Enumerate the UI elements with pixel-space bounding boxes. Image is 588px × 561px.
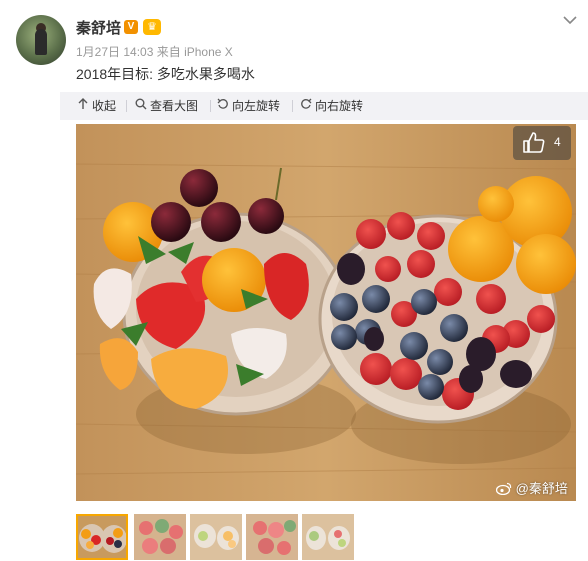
weibo-logo-icon bbox=[495, 481, 516, 496]
post-header: 秦舒培 V ♛ 1月27日 14:03 来自 iPhone X 2018年目标:… bbox=[0, 0, 588, 92]
rotate-left-button[interactable]: 向左旋转 bbox=[216, 92, 280, 120]
magnifier-icon bbox=[134, 92, 148, 120]
rotate-right-icon bbox=[299, 92, 313, 120]
view-large-label: 查看大图 bbox=[150, 99, 199, 113]
toolbar-divider bbox=[210, 100, 211, 112]
post-time[interactable]: 1月27日 14:03 bbox=[76, 45, 153, 59]
thumbnail-4[interactable] bbox=[246, 514, 298, 560]
thumbnail-2[interactable] bbox=[134, 514, 186, 560]
chevron-down-icon[interactable] bbox=[560, 10, 580, 30]
image-watermark: @秦舒培 bbox=[495, 478, 568, 497]
watermark-text: @秦舒培 bbox=[515, 481, 568, 496]
thumbs-up-icon bbox=[522, 131, 546, 159]
rotate-right-button[interactable]: 向右旋转 bbox=[299, 92, 363, 120]
toolbar-divider bbox=[126, 100, 127, 112]
rotate-left-label: 向左旋转 bbox=[232, 99, 281, 113]
verified-badge-icon: V bbox=[124, 20, 138, 34]
rotate-right-label: 向右旋转 bbox=[315, 99, 364, 113]
arrow-up-icon bbox=[76, 92, 90, 120]
avatar[interactable] bbox=[16, 15, 66, 65]
author-name[interactable]: 秦舒培 bbox=[76, 17, 121, 38]
view-large-button[interactable]: 查看大图 bbox=[134, 92, 198, 120]
like-count: 4 bbox=[554, 135, 561, 149]
image-toolbar: 收起 查看大图 向左旋转 向右旋转 bbox=[60, 92, 588, 120]
thumbnail-1[interactable] bbox=[76, 514, 128, 560]
rotate-left-icon bbox=[216, 92, 230, 120]
collapse-button[interactable]: 收起 bbox=[76, 92, 116, 120]
post-text: 2018年目标: 多吃水果多喝水 bbox=[76, 66, 255, 82]
post-photo[interactable] bbox=[76, 124, 576, 501]
fruit-bowls-illustration bbox=[76, 124, 576, 501]
toolbar-divider bbox=[292, 100, 293, 112]
collapse-label: 收起 bbox=[92, 99, 117, 113]
thumbnail-3[interactable] bbox=[190, 514, 242, 560]
like-button[interactable]: 4 bbox=[513, 126, 571, 160]
post-meta: 1月27日 14:03 来自 iPhone X bbox=[76, 43, 233, 60]
post-source: 来自 iPhone X bbox=[156, 45, 233, 59]
thumbnail-5[interactable] bbox=[302, 514, 354, 560]
avatar-figure bbox=[35, 29, 47, 55]
vip-badge-icon[interactable]: ♛ bbox=[143, 19, 161, 35]
